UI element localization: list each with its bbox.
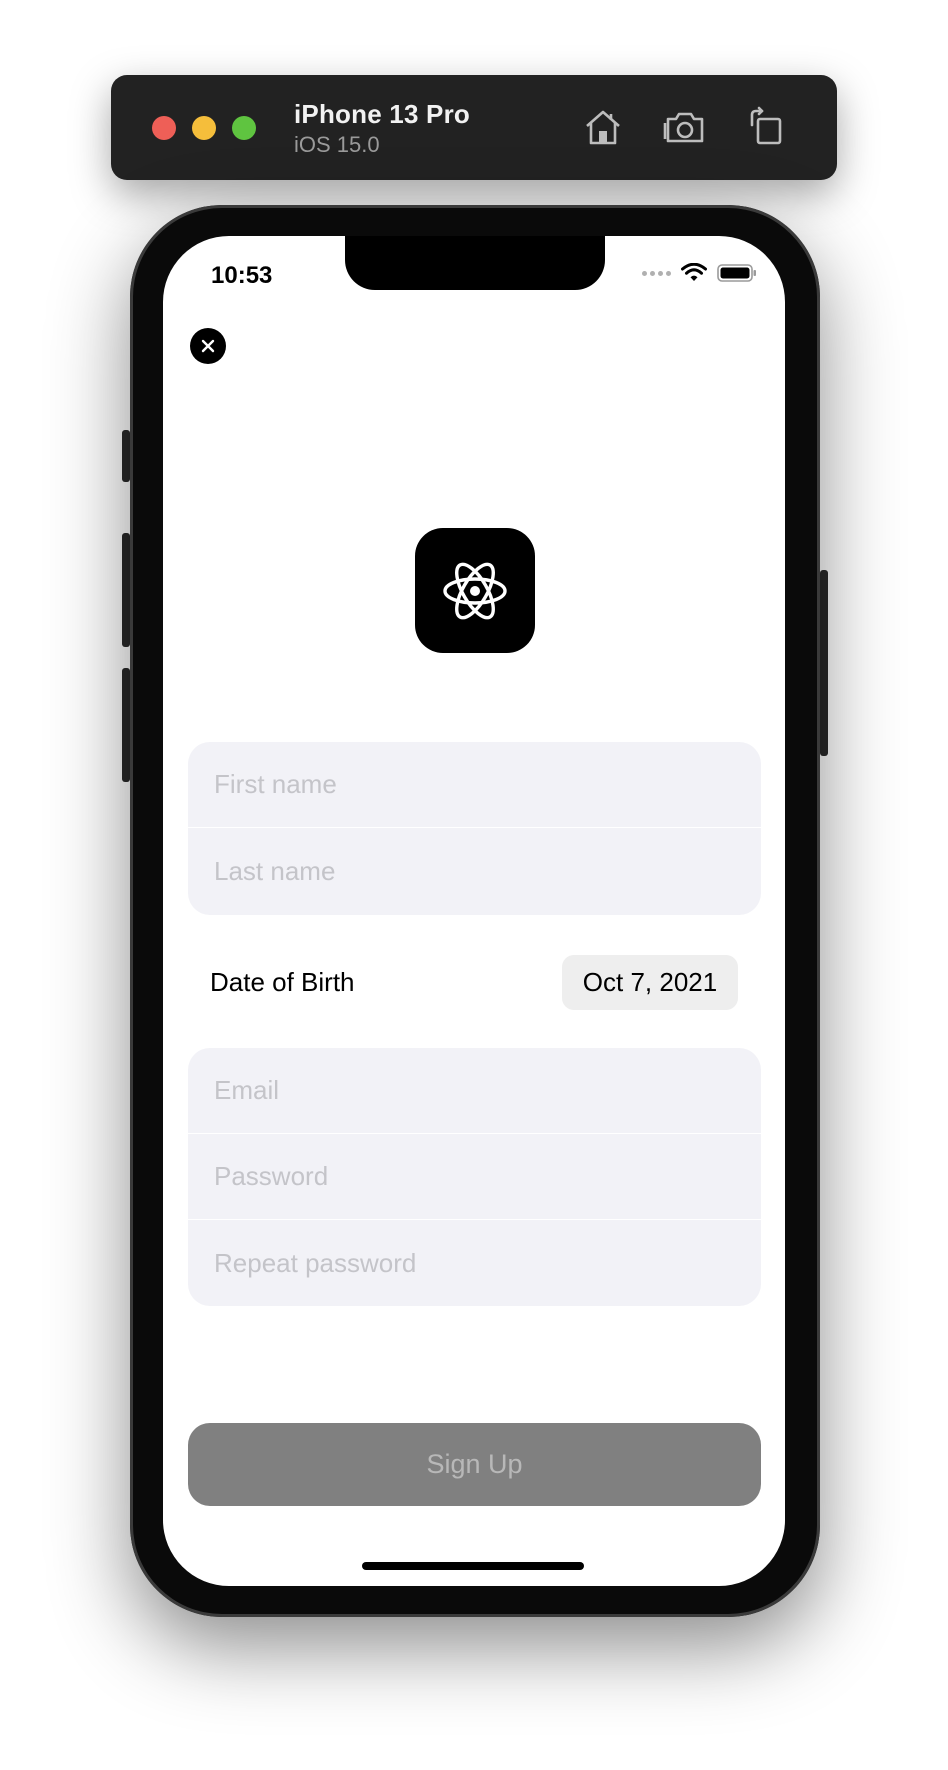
home-indicator[interactable] bbox=[362, 1562, 584, 1570]
home-icon[interactable] bbox=[581, 105, 625, 149]
battery-icon bbox=[717, 264, 756, 282]
volume-up-button bbox=[122, 533, 130, 647]
simulator-toolbar: iPhone 13 Pro iOS 15.0 bbox=[111, 75, 837, 180]
close-window-button[interactable] bbox=[152, 116, 176, 140]
rotate-icon[interactable] bbox=[744, 105, 788, 149]
date-of-birth-picker[interactable]: Oct 7, 2021 bbox=[562, 955, 738, 1010]
phone-screen: 10:53 First name Last name Date of Birth… bbox=[163, 236, 785, 1586]
close-icon bbox=[201, 339, 215, 353]
status-icons bbox=[642, 263, 757, 283]
date-of-birth-label: Date of Birth bbox=[210, 967, 355, 997]
minimize-window-button[interactable] bbox=[192, 116, 216, 140]
password-field[interactable]: Password bbox=[188, 1134, 761, 1220]
atom-icon bbox=[443, 562, 507, 619]
mute-switch bbox=[122, 430, 130, 482]
close-button[interactable] bbox=[190, 328, 226, 364]
first-name-field[interactable]: First name bbox=[188, 742, 761, 828]
power-button bbox=[820, 570, 828, 756]
screenshot-icon[interactable] bbox=[663, 105, 707, 149]
status-time: 10:53 bbox=[211, 262, 273, 289]
zoom-window-button[interactable] bbox=[232, 116, 256, 140]
last-name-field[interactable]: Last name bbox=[188, 828, 761, 914]
email-field[interactable]: Email bbox=[188, 1048, 761, 1134]
wifi-icon bbox=[681, 263, 707, 281]
simulator-stage: iPhone 13 Pro iOS 15.0 10:53 First name … bbox=[0, 0, 948, 1770]
credential-fields-group: Email Password Repeat password bbox=[188, 1048, 761, 1306]
volume-down-button bbox=[122, 668, 130, 782]
device-name: iPhone 13 Pro bbox=[294, 99, 470, 129]
signal-dots-icon bbox=[642, 270, 671, 276]
sign-up-button[interactable]: Sign Up bbox=[188, 1423, 761, 1506]
os-version: iOS 15.0 bbox=[294, 132, 380, 157]
app-logo bbox=[415, 528, 535, 653]
notch bbox=[345, 236, 605, 290]
name-fields-group: First name Last name bbox=[188, 742, 761, 915]
repeat-password-field[interactable]: Repeat password bbox=[188, 1220, 761, 1306]
